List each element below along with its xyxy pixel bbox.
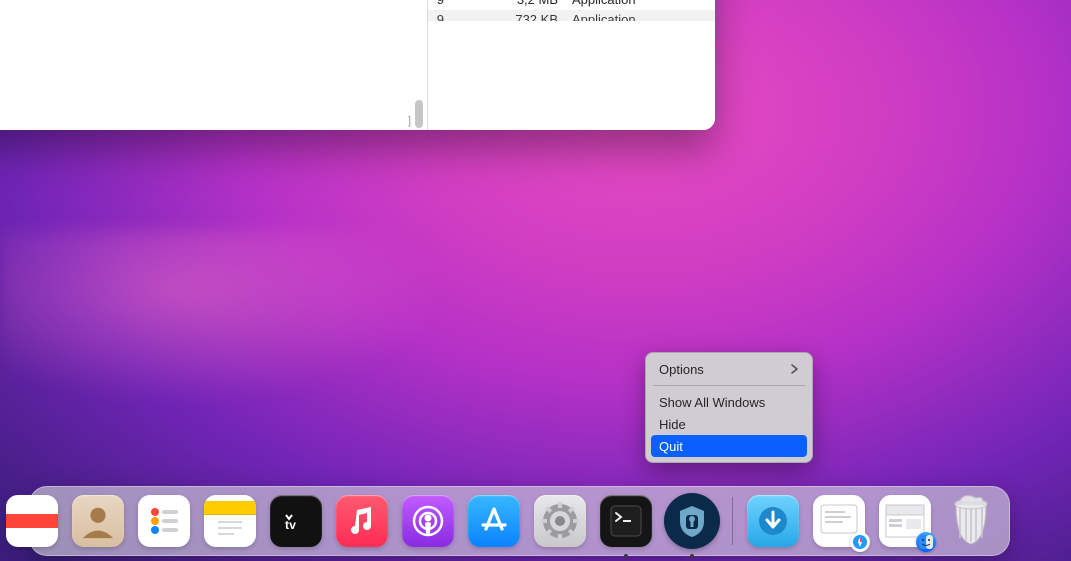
dock-item[interactable]	[136, 493, 192, 549]
finder-list[interactable]: 9 15,4 MB Application 9 36,5 MB Applicat…	[428, 0, 715, 130]
finder-window[interactable]: ] 9 15,4 MB Application 9 36,5 MB Applic…	[0, 0, 715, 130]
dock-item[interactable]	[334, 493, 390, 549]
dock-item[interactable]	[598, 493, 654, 549]
private-browser-icon	[664, 493, 720, 549]
svg-text:tv: tv	[285, 518, 296, 531]
dock-context-menu[interactable]: Options Show All Windows Hide Quit	[645, 352, 813, 463]
finder-badge-icon	[916, 532, 936, 552]
appstore-icon	[468, 495, 520, 547]
trash-icon	[945, 495, 997, 547]
settings-icon	[534, 495, 586, 547]
running-indicator-icon	[624, 554, 628, 558]
music-icon	[336, 495, 388, 547]
dock-item[interactable]	[466, 493, 522, 549]
chevron-right-icon	[791, 364, 799, 374]
dock-item[interactable]	[664, 493, 720, 549]
dock-item[interactable]	[400, 493, 456, 549]
menu-item-label: Options	[659, 362, 704, 377]
finder-status-bar	[428, 98, 715, 130]
running-indicator-icon	[690, 554, 694, 558]
row-kind: Application	[568, 0, 715, 10]
terminal-icon	[600, 495, 652, 547]
dock-item[interactable]	[40, 493, 60, 549]
menu-item-options[interactable]: Options	[651, 358, 807, 380]
dock-item[interactable]: tv	[268, 493, 324, 549]
menu-item-hide[interactable]: Hide	[651, 413, 807, 435]
podcasts-icon	[402, 495, 454, 547]
table-row[interactable]: 9 3,2 MB Application	[428, 0, 715, 10]
menu-item-label: Show All Windows	[659, 395, 765, 410]
menu-item-label: Hide	[659, 417, 686, 432]
row-col1: 9	[428, 0, 448, 10]
finder-sidebar[interactable]: ]	[0, 0, 428, 130]
calendar-icon	[6, 495, 58, 547]
table-row[interactable]: 9 732 KB Application	[428, 10, 715, 21]
sidebar-marker: ]	[408, 115, 411, 127]
notes-icon	[204, 495, 256, 547]
dock-item[interactable]	[877, 493, 933, 549]
menu-item-quit[interactable]: Quit	[651, 435, 807, 457]
dock-item[interactable]	[811, 493, 867, 549]
row-kind: Application	[568, 10, 715, 21]
downloads-folder-icon	[747, 495, 799, 547]
dock-item[interactable]	[532, 493, 588, 549]
safari-badge-icon	[850, 532, 870, 552]
dock[interactable]: tv	[29, 486, 1010, 556]
menu-item-show-all-windows[interactable]: Show All Windows	[651, 391, 807, 413]
dock-divider	[732, 497, 733, 545]
row-size: 3,2 MB	[448, 0, 568, 10]
dock-item[interactable]	[202, 493, 258, 549]
menu-separator	[653, 385, 805, 386]
tv-icon: tv	[270, 495, 322, 547]
menu-item-label: Quit	[659, 439, 683, 454]
row-size: 732 KB	[448, 10, 568, 21]
dock-item[interactable]	[70, 493, 126, 549]
dock-item[interactable]	[943, 493, 999, 549]
contacts-icon	[72, 495, 124, 547]
reminders-icon	[138, 495, 190, 547]
row-col1: 9	[428, 10, 448, 21]
dock-item[interactable]	[745, 493, 801, 549]
sidebar-scrollbar[interactable]	[413, 0, 425, 125]
